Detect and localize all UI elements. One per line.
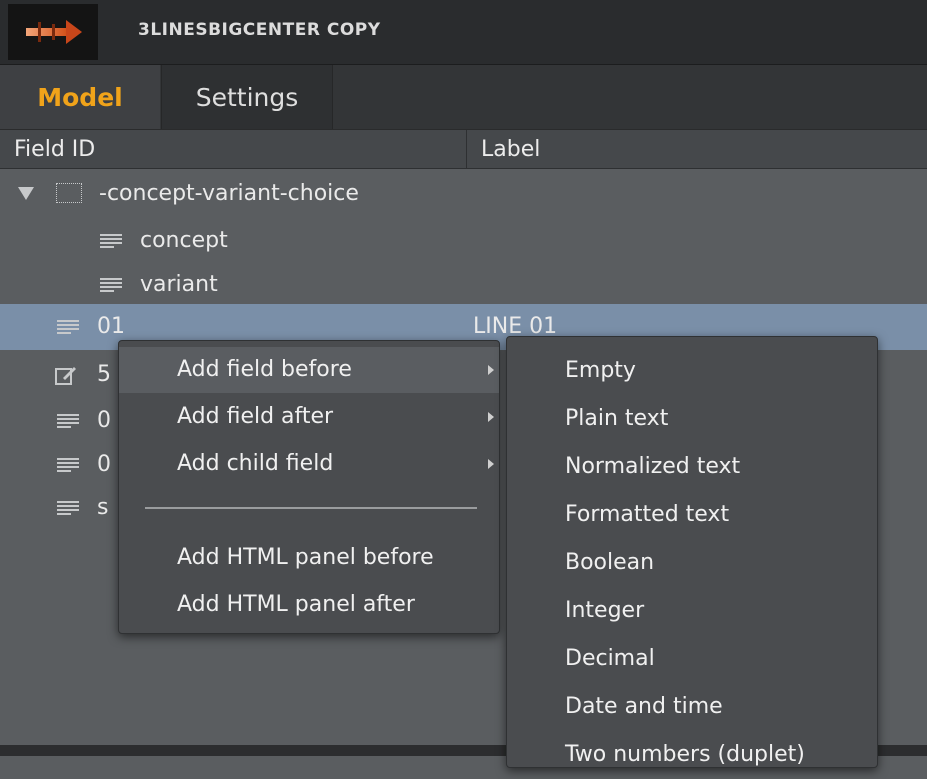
field-id-text: 5 bbox=[97, 362, 111, 387]
window-title: 3LINESBIGCENTER COPY bbox=[138, 20, 381, 40]
tree-row[interactable]: concept bbox=[0, 218, 927, 264]
submenu-item-label: Normalized text bbox=[565, 454, 741, 479]
text-lines-icon bbox=[57, 458, 79, 472]
menu-item-label: Add child field bbox=[177, 451, 334, 476]
field-id-text: concept bbox=[140, 228, 228, 253]
field-id-text: s bbox=[97, 495, 109, 520]
tree-row[interactable]: -concept-variant-choice bbox=[0, 171, 927, 217]
menu-item-add-html-panel-before[interactable]: Add HTML panel before bbox=[119, 535, 499, 581]
menu-item-add-html-panel-after[interactable]: Add HTML panel after bbox=[119, 582, 499, 628]
text-lines-icon bbox=[57, 414, 79, 428]
submenu-item-empty[interactable]: Empty bbox=[507, 347, 877, 395]
submenu-item-date-and-time[interactable]: Date and time bbox=[507, 683, 877, 731]
tree-row[interactable]: variant bbox=[0, 262, 927, 308]
text-lines-icon bbox=[100, 278, 122, 292]
field-id-text: 0 bbox=[97, 452, 111, 477]
submenu-item-two-numbers[interactable]: Two numbers (duplet) bbox=[507, 731, 877, 779]
tab-model[interactable]: Model bbox=[0, 65, 160, 129]
submenu-item-label: Two numbers (duplet) bbox=[565, 742, 805, 767]
text-lines-icon bbox=[57, 501, 79, 515]
submenu-item-plain-text[interactable]: Plain text bbox=[507, 395, 877, 443]
submenu-item-label: Decimal bbox=[565, 646, 655, 671]
folder-icon bbox=[56, 183, 82, 203]
submenu-arrow-icon bbox=[488, 365, 494, 375]
menu-item-add-child-field[interactable]: Add child field bbox=[119, 441, 499, 487]
expand-triangle-icon[interactable] bbox=[18, 187, 34, 200]
submenu-item-label: Empty bbox=[565, 358, 636, 383]
menu-item-add-field-after[interactable]: Add field after bbox=[119, 394, 499, 440]
menu-item-label: Add HTML panel after bbox=[177, 592, 415, 617]
submenu-item-boolean[interactable]: Boolean bbox=[507, 539, 877, 587]
field-id-text: -concept-variant-choice bbox=[99, 181, 359, 206]
submenu-item-label: Plain text bbox=[565, 406, 669, 431]
field-id-text: 0 bbox=[97, 408, 111, 433]
submenu-item-integer[interactable]: Integer bbox=[507, 587, 877, 635]
submenu-item-label: Date and time bbox=[565, 694, 723, 719]
edit-icon bbox=[55, 365, 77, 385]
tab-settings[interactable]: Settings bbox=[161, 65, 333, 129]
submenu-item-label: Formatted text bbox=[565, 502, 730, 527]
submenu-item-label: Integer bbox=[565, 598, 645, 623]
menu-item-label: Add HTML panel before bbox=[177, 545, 434, 570]
submenu-arrow-icon bbox=[488, 412, 494, 422]
submenu-item-decimal[interactable]: Decimal bbox=[507, 635, 877, 683]
text-lines-icon bbox=[100, 234, 122, 248]
context-menu: Add field before Add field after Add chi… bbox=[118, 340, 500, 634]
column-header-label[interactable]: Label bbox=[481, 130, 540, 168]
app-logo bbox=[8, 4, 98, 60]
title-bar: 3LINESBIGCENTER COPY bbox=[0, 0, 927, 65]
submenu-item-normalized-text[interactable]: Normalized text bbox=[507, 443, 877, 491]
column-header-row: Field ID Label bbox=[0, 130, 927, 169]
text-lines-icon bbox=[57, 320, 79, 334]
column-divider[interactable] bbox=[466, 130, 467, 168]
tab-bar: Model Settings bbox=[0, 65, 927, 130]
submenu-arrow-icon bbox=[488, 459, 494, 469]
field-type-submenu: Empty Plain text Normalized text Formatt… bbox=[506, 336, 878, 768]
column-header-field-id[interactable]: Field ID bbox=[14, 130, 95, 168]
field-id-text: variant bbox=[140, 272, 218, 297]
menu-item-label: Add field before bbox=[177, 357, 352, 382]
menu-separator bbox=[145, 507, 477, 509]
menu-item-label: Add field after bbox=[177, 404, 334, 429]
submenu-item-label: Boolean bbox=[565, 550, 655, 575]
submenu-item-formatted-text[interactable]: Formatted text bbox=[507, 491, 877, 539]
menu-item-add-field-before[interactable]: Add field before bbox=[119, 347, 499, 393]
